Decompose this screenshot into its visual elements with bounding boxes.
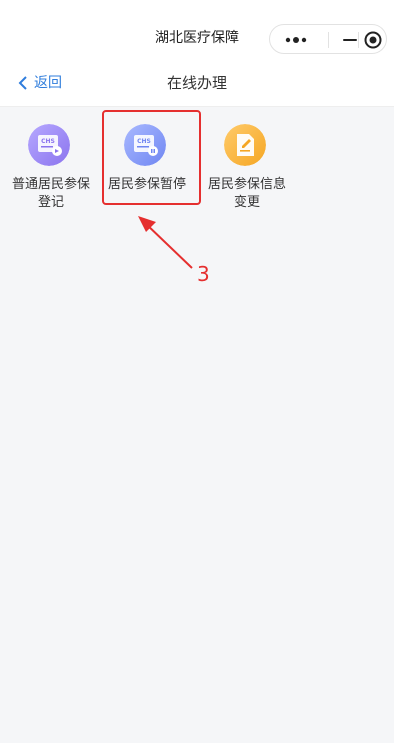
minimize-icon[interactable] [343,39,357,41]
tile-resident-registration[interactable]: CHS 普通居民参保 登记 [8,118,94,210]
mini-program-top-bar: 湖北医疗保障 [0,0,394,60]
capsule-menu [269,24,387,54]
document-edit-icon [224,124,266,166]
annotation-highlight-box [102,110,201,205]
tile-label: 居民参保信息 变更 [200,176,294,212]
capsule-divider [328,32,329,48]
insurance-card-register-icon: CHS [28,124,70,166]
tile-label-line1: 普通居民参保 [11,177,90,192]
tile-label-line1: 居民参保信息 [207,177,286,192]
page-title: 在线办理 [166,74,227,92]
capsule-divider-2 [358,32,359,48]
annotation-number: 3 [197,262,210,286]
tile-label: 普通居民参保 登记 [4,176,98,212]
tile-label-line2: 变更 [233,195,260,210]
tile-resident-info-change[interactable]: 居民参保信息 变更 [204,118,290,210]
tile-label-line2: 登记 [37,195,64,210]
svg-text:CHS: CHS [41,138,55,145]
close-miniprogram-icon[interactable] [364,31,382,49]
more-options-icon[interactable] [284,35,308,45]
navigation-bar: 返回 在线办理 [0,60,394,107]
